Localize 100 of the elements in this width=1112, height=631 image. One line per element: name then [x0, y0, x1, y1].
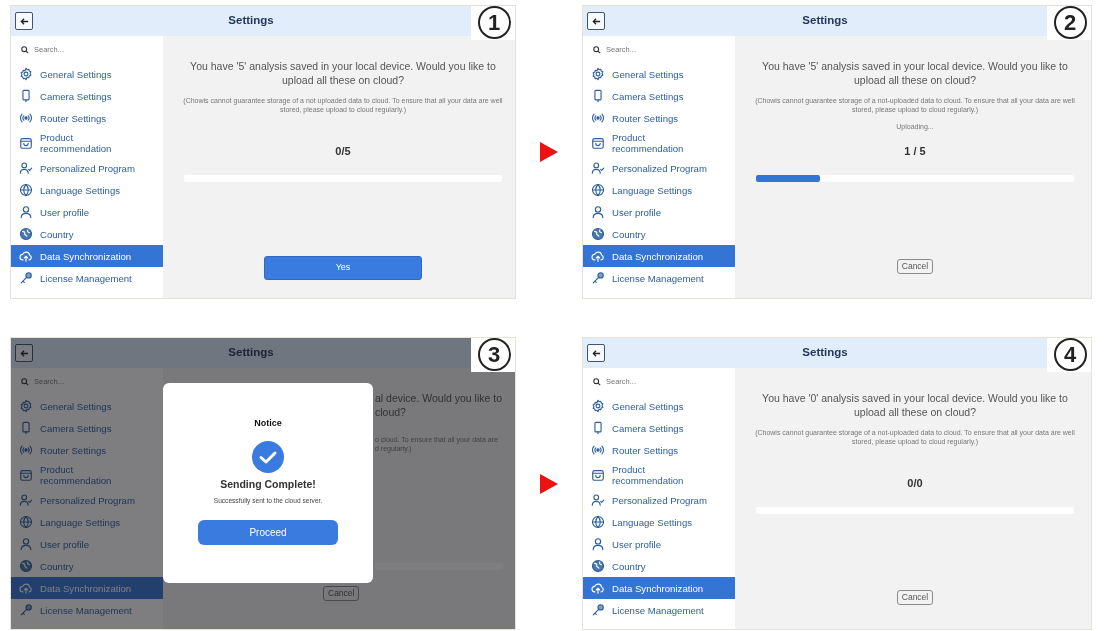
sidebar-item[interactable]: Country [583, 555, 735, 578]
sidebar-item[interactable]: Personalized Program [11, 157, 163, 180]
phone-icon [19, 421, 33, 436]
message-text: cloud? [375, 405, 407, 420]
sidebar-item[interactable]: Language Settings [11, 179, 163, 202]
sidebar-item[interactable]: Product recommendation [583, 461, 735, 490]
step-number: 1 [477, 6, 511, 39]
progress-count: 0/5 [335, 143, 351, 159]
sidebar-item[interactable]: License Management [11, 267, 163, 290]
key-icon [19, 271, 33, 286]
back-button[interactable] [587, 12, 605, 30]
back-icon [19, 348, 29, 358]
progress-count: 1 / 5 [904, 143, 926, 159]
search-icon [21, 377, 29, 386]
gear-icon [591, 67, 605, 82]
globe-icon [591, 183, 605, 198]
arrow-icon [540, 142, 558, 162]
globe-icon [19, 183, 33, 198]
person-icon [591, 205, 605, 220]
step-number: 4 [1053, 338, 1087, 371]
globe-icon [19, 559, 33, 574]
gear-icon [19, 399, 33, 414]
sidebar-item[interactable]: Router Settings [583, 107, 735, 130]
sidebar-item[interactable]: Camera Settings [583, 85, 735, 108]
sidebar-item[interactable]: General Settings [583, 63, 735, 86]
message-text: You have '5' analysis saved in your local device. Would you like to upload all these on cloud? [761, 60, 1069, 88]
dialog-title: Notice [254, 417, 282, 430]
sidebar-item[interactable]: License Management [583, 599, 735, 622]
gear-icon [591, 399, 605, 414]
cloud-upload-icon [19, 249, 33, 264]
globe-icon [19, 227, 33, 242]
sidebar-item[interactable]: Router Settings [583, 439, 735, 462]
cancel-button[interactable]: Cancel [896, 259, 934, 274]
header-title: Settings [227, 345, 275, 361]
message-text: al device. Would you like to [375, 392, 504, 406]
header-title: Settings [801, 13, 849, 29]
sidebar-item[interactable]: User profile [583, 201, 735, 224]
back-icon [591, 16, 601, 26]
sidebar-item[interactable]: General Settings [11, 63, 163, 86]
person-check-icon [19, 493, 33, 508]
arrow-icon [540, 473, 558, 494]
gear-icon [19, 67, 33, 82]
sidebar-item[interactable]: Data Synchronization [11, 245, 163, 268]
globe-icon [591, 515, 605, 530]
globe-icon [591, 559, 605, 574]
key-icon [591, 271, 605, 286]
sidebar-item[interactable]: Router Settings [11, 107, 163, 130]
sidebar-item[interactable]: Product recommendation [11, 129, 163, 158]
person-check-icon [19, 161, 33, 176]
person-check-icon [591, 493, 605, 508]
sidebar-item[interactable]: Data Synchronization [583, 245, 735, 268]
sidebar-item[interactable]: Data Synchronization [583, 577, 735, 600]
dialog-heading: Sending Complete! [220, 476, 316, 492]
person-icon [19, 537, 33, 552]
cancel-button[interactable]: Cancel [896, 590, 934, 605]
key-icon [591, 603, 605, 618]
sidebar-item[interactable]: Camera Settings [583, 417, 735, 440]
step-number: 3 [477, 338, 511, 371]
check-circle-icon [252, 440, 284, 473]
progress-count: 0/0 [907, 475, 923, 491]
phone-icon [591, 421, 605, 436]
sidebar-item[interactable]: Language Settings [583, 511, 735, 534]
sidebar-item[interactable]: Camera Settings [11, 85, 163, 108]
person-check-icon [591, 161, 605, 176]
sidebar-item[interactable]: Personalized Program [583, 489, 735, 512]
back-button[interactable] [587, 344, 605, 362]
step-number: 2 [1053, 6, 1087, 39]
phone-icon [19, 89, 33, 104]
confirm-button[interactable]: Yes [264, 256, 422, 280]
sidebar-item[interactable]: User profile [11, 201, 163, 224]
bag-icon [19, 468, 33, 483]
sidebar-item[interactable]: Product recommendation [583, 129, 735, 158]
sidebar-item[interactable]: License Management [583, 267, 735, 290]
search-icon [593, 45, 601, 54]
header-title: Settings [801, 345, 849, 361]
cloud-upload-icon [591, 581, 605, 596]
message-text: You have '5' analysis saved in your local device. Would you like to upload all these on cloud? [189, 60, 497, 88]
cloud-upload-icon [19, 581, 33, 596]
sidebar-item[interactable]: Personalized Program [583, 157, 735, 180]
sidebar-item[interactable]: General Settings [583, 395, 735, 418]
sidebar-item[interactable]: User profile [583, 533, 735, 556]
back-icon [19, 16, 29, 26]
person-icon [591, 537, 605, 552]
proceed-button[interactable]: Proceed [198, 520, 338, 546]
back-icon [591, 348, 601, 358]
sidebar-item[interactable]: Language Settings [583, 179, 735, 202]
bag-icon [591, 468, 605, 483]
globe-icon [591, 227, 605, 242]
back-button[interactable] [15, 12, 33, 30]
message-text: You have '0' analysis saved in your local device. Would you like to upload all these on cloud? [761, 392, 1069, 420]
person-icon [19, 205, 33, 220]
sidebar-item[interactable]: Country [583, 223, 735, 246]
sidebar-item[interactable]: Country [11, 223, 163, 246]
header-title: Settings [227, 13, 275, 29]
search-icon [593, 377, 601, 386]
cloud-upload-icon [591, 249, 605, 264]
phone-icon [591, 89, 605, 104]
bag-icon [19, 136, 33, 151]
globe-icon [19, 515, 33, 530]
bag-icon [591, 136, 605, 151]
